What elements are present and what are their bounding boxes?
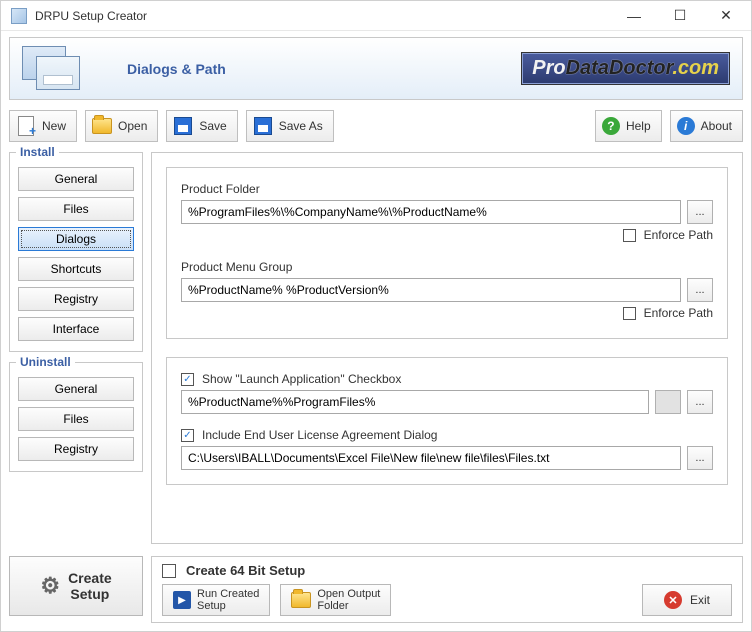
footer-main: Create 64 Bit Setup ▶ Run Created Setup … <box>151 556 743 623</box>
checkbox-checked-icon: ✓ <box>181 373 194 386</box>
play-icon: ▶ <box>173 591 191 609</box>
checkbox-icon <box>162 564 176 578</box>
help-icon: ? <box>602 117 620 135</box>
close-circle-icon: ✕ <box>664 591 682 609</box>
launch-browse-button[interactable]: ... <box>687 390 713 414</box>
options-fieldset: ✓Show "Launch Application" Checkbox ... … <box>166 357 728 485</box>
sidebar-item-un-registry[interactable]: Registry <box>18 437 134 461</box>
eula-browse-button[interactable]: ... <box>687 446 713 470</box>
save-icon <box>174 117 192 135</box>
info-icon: i <box>677 117 695 135</box>
checkbox-icon <box>623 307 636 320</box>
product-folder-label: Product Folder <box>181 182 713 196</box>
toolbar: New Open Save Save As ?Help iAbout <box>1 106 751 146</box>
show-launch-checkbox[interactable]: ✓Show "Launch Application" Checkbox <box>181 372 713 386</box>
sidebar-item-interface[interactable]: Interface <box>18 317 134 341</box>
gear-icon: ⚙ <box>40 573 60 599</box>
help-button[interactable]: ?Help <box>595 110 662 142</box>
body: Install General Files Dialogs Shortcuts … <box>1 146 751 550</box>
create-64bit-checkbox[interactable]: Create 64 Bit Setup <box>162 563 732 578</box>
enforce-path-2[interactable]: Enforce Path <box>623 306 713 320</box>
product-menu-label: Product Menu Group <box>181 260 713 274</box>
create-setup-button[interactable]: ⚙ Create Setup <box>9 556 143 616</box>
checkbox-icon <box>623 229 636 242</box>
maximize-button[interactable]: ☐ <box>657 2 703 30</box>
save-as-icon <box>254 117 272 135</box>
product-menu-browse[interactable]: ... <box>687 278 713 302</box>
exit-button[interactable]: ✕ Exit <box>642 584 732 616</box>
main-pane: Product Folder ... Enforce Path Product … <box>151 152 743 544</box>
product-folder-browse[interactable]: ... <box>687 200 713 224</box>
folder-icon <box>291 592 311 608</box>
minimize-button[interactable]: — <box>611 2 657 30</box>
app-icon <box>11 8 27 24</box>
launch-disabled-button <box>655 390 681 414</box>
paths-fieldset: Product Folder ... Enforce Path Product … <box>166 167 728 339</box>
sidebar-item-registry[interactable]: Registry <box>18 287 134 311</box>
folder-open-icon <box>92 118 112 134</box>
save-as-button[interactable]: Save As <box>246 110 334 142</box>
dialog-icon <box>22 46 82 92</box>
window-title: DRPU Setup Creator <box>35 9 611 23</box>
sidebar-item-un-files[interactable]: Files <box>18 407 134 431</box>
header-strip: Dialogs & Path ProDataDoctor.com <box>9 37 743 100</box>
titlebar: DRPU Setup Creator — ☐ ✕ <box>1 1 751 31</box>
main-box: Product Folder ... Enforce Path Product … <box>151 152 743 544</box>
product-menu-input[interactable] <box>181 278 681 302</box>
run-created-setup-button[interactable]: ▶ Run Created Setup <box>162 584 270 616</box>
new-button[interactable]: New <box>9 110 77 142</box>
uninstall-group: Uninstall General Files Registry <box>9 362 143 472</box>
install-group: Install General Files Dialogs Shortcuts … <box>9 152 143 352</box>
uninstall-group-label: Uninstall <box>16 355 75 369</box>
sidebar: Install General Files Dialogs Shortcuts … <box>9 152 143 544</box>
product-folder-input[interactable] <box>181 200 681 224</box>
save-button[interactable]: Save <box>166 110 237 142</box>
sidebar-item-dialogs[interactable]: Dialogs <box>18 227 134 251</box>
close-button[interactable]: ✕ <box>703 2 749 30</box>
sidebar-item-files[interactable]: Files <box>18 197 134 221</box>
page-title: Dialogs & Path <box>127 61 226 77</box>
new-icon <box>18 116 34 136</box>
sidebar-item-un-general[interactable]: General <box>18 377 134 401</box>
brand-logo: ProDataDoctor.com <box>521 52 730 85</box>
sidebar-item-shortcuts[interactable]: Shortcuts <box>18 257 134 281</box>
about-button[interactable]: iAbout <box>670 110 743 142</box>
sidebar-item-general[interactable]: General <box>18 167 134 191</box>
open-output-folder-button[interactable]: Open Output Folder <box>280 584 391 616</box>
app-window: DRPU Setup Creator — ☐ ✕ Dialogs & Path … <box>0 0 752 632</box>
checkbox-checked-icon: ✓ <box>181 429 194 442</box>
footer: ⚙ Create Setup Create 64 Bit Setup ▶ Run… <box>1 550 751 631</box>
include-eula-checkbox[interactable]: ✓Include End User License Agreement Dial… <box>181 428 713 442</box>
launch-app-input[interactable] <box>181 390 649 414</box>
enforce-path-1[interactable]: Enforce Path <box>623 228 713 242</box>
eula-path-input[interactable] <box>181 446 681 470</box>
open-button[interactable]: Open <box>85 110 158 142</box>
install-group-label: Install <box>16 145 59 159</box>
